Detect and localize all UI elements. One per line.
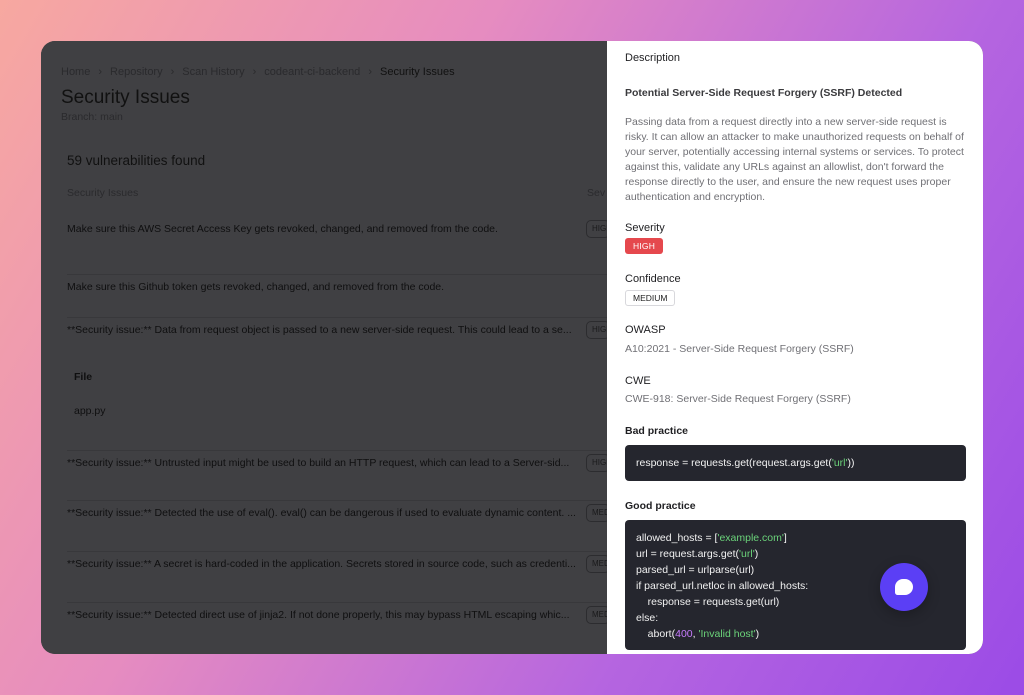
- app-window: Home › Repository › Scan History › codea…: [41, 41, 983, 654]
- code-text: allowed_hosts = [: [636, 532, 718, 544]
- breadcrumb: Home › Repository › Scan History › codea…: [61, 66, 463, 78]
- issue-text: Make sure this Github token gets revoked…: [67, 281, 445, 293]
- confidence-label: Confidence: [625, 273, 681, 285]
- background-page-overlay: Home › Repository › Scan History › codea…: [41, 41, 610, 654]
- cwe-label: CWE: [625, 375, 651, 387]
- code-text: response = requests.get(request.args.get…: [636, 457, 832, 469]
- code-text: )): [847, 457, 855, 469]
- breadcrumb-separator: ›: [368, 66, 372, 78]
- table-row[interactable]: **Security issue:** Detected direct use …: [67, 602, 610, 624]
- file-value: app.py: [74, 405, 106, 417]
- code-line: else:: [636, 612, 659, 624]
- column-header-severity: Sev: [587, 187, 606, 199]
- code-number: 400: [675, 628, 693, 640]
- table-row[interactable]: Make sure this Github token gets revoked…: [67, 274, 607, 294]
- severity-badge: HIGH: [625, 238, 664, 254]
- file-label: File: [74, 371, 93, 383]
- column-header-issues: Security Issues: [67, 187, 139, 199]
- code-string: 'example.com': [717, 532, 784, 544]
- good-practice-label: Good practice: [625, 500, 696, 512]
- code-text: ): [754, 548, 759, 560]
- code-string: 'url': [739, 548, 755, 560]
- cwe-value: CWE-918: Server-Side Request Forgery (SS…: [625, 393, 851, 405]
- breadcrumb-repo-name[interactable]: codeant-ci-backend: [264, 66, 360, 78]
- table-header: Security Issues Sev: [67, 187, 607, 199]
- code-text: abort(: [636, 628, 676, 640]
- code-line: abort(400, 'Invalid host'): [636, 626, 955, 642]
- issue-text: **Security issue:** Detected the use of …: [67, 507, 575, 519]
- breadcrumb-current: Security Issues: [379, 66, 455, 78]
- bad-practice-code: response = requests.get(request.args.get…: [625, 445, 966, 481]
- owasp-value: A10:2021 - Server-Side Request Forgery (…: [625, 343, 854, 355]
- code-text: url = request.args.get(: [636, 548, 740, 560]
- vulnerability-count: 59 vulnerabilities found: [67, 153, 206, 168]
- page-title: Security Issues: [61, 87, 190, 108]
- breadcrumb-home[interactable]: Home: [61, 66, 90, 78]
- issue-text: **Security issue:** A secret is hard-cod…: [67, 558, 575, 570]
- issue-detail-panel: Description Potential Server-Side Reques…: [607, 41, 983, 654]
- issue-title: Potential Server-Side Request Forgery (S…: [625, 87, 903, 99]
- severity-label: Severity: [625, 222, 665, 234]
- code-text: ): [755, 628, 760, 640]
- table-row[interactable]: **Security issue:** Detected the use of …: [67, 500, 610, 522]
- code-string: 'Invalid host': [698, 628, 756, 640]
- owasp-label: OWASP: [625, 324, 666, 336]
- table-row[interactable]: **Security issue:** Data from request ob…: [67, 317, 610, 339]
- code-line: url = request.args.get('url'): [636, 546, 955, 562]
- issue-text: **Security issue:** Detected direct use …: [67, 609, 570, 621]
- table-row[interactable]: **Security issue:** Untrusted input migh…: [67, 450, 610, 472]
- code-line: response = requests.get(request.args.get…: [636, 455, 955, 471]
- breadcrumb-scan-history[interactable]: Scan History: [182, 66, 244, 78]
- bad-practice-label: Bad practice: [625, 425, 689, 437]
- breadcrumb-repository[interactable]: Repository: [110, 66, 163, 78]
- code-line: allowed_hosts = ['example.com']: [636, 530, 955, 546]
- confidence-badge: MEDIUM: [625, 290, 676, 306]
- table-row[interactable]: **Security issue:** A secret is hard-cod…: [67, 551, 610, 573]
- code-string: 'url': [831, 457, 848, 469]
- branch-label: Branch: main: [61, 111, 123, 123]
- code-text: ]: [783, 532, 787, 544]
- chat-bubble-icon: [895, 579, 913, 595]
- breadcrumb-separator: ›: [252, 66, 257, 78]
- chat-support-button[interactable]: [880, 563, 928, 611]
- issue-text: **Security issue:** Data from request ob…: [67, 324, 572, 336]
- issue-text: Make sure this AWS Secret Access Key get…: [67, 223, 498, 235]
- issue-description: Passing data from a request directly int…: [625, 116, 964, 203]
- breadcrumb-separator: ›: [170, 66, 175, 78]
- breadcrumb-separator: ›: [98, 66, 103, 78]
- description-label: Description: [625, 52, 681, 64]
- issue-text: **Security issue:** Untrusted input migh…: [67, 457, 570, 469]
- table-row[interactable]: Make sure this AWS Secret Access Key get…: [67, 220, 610, 243]
